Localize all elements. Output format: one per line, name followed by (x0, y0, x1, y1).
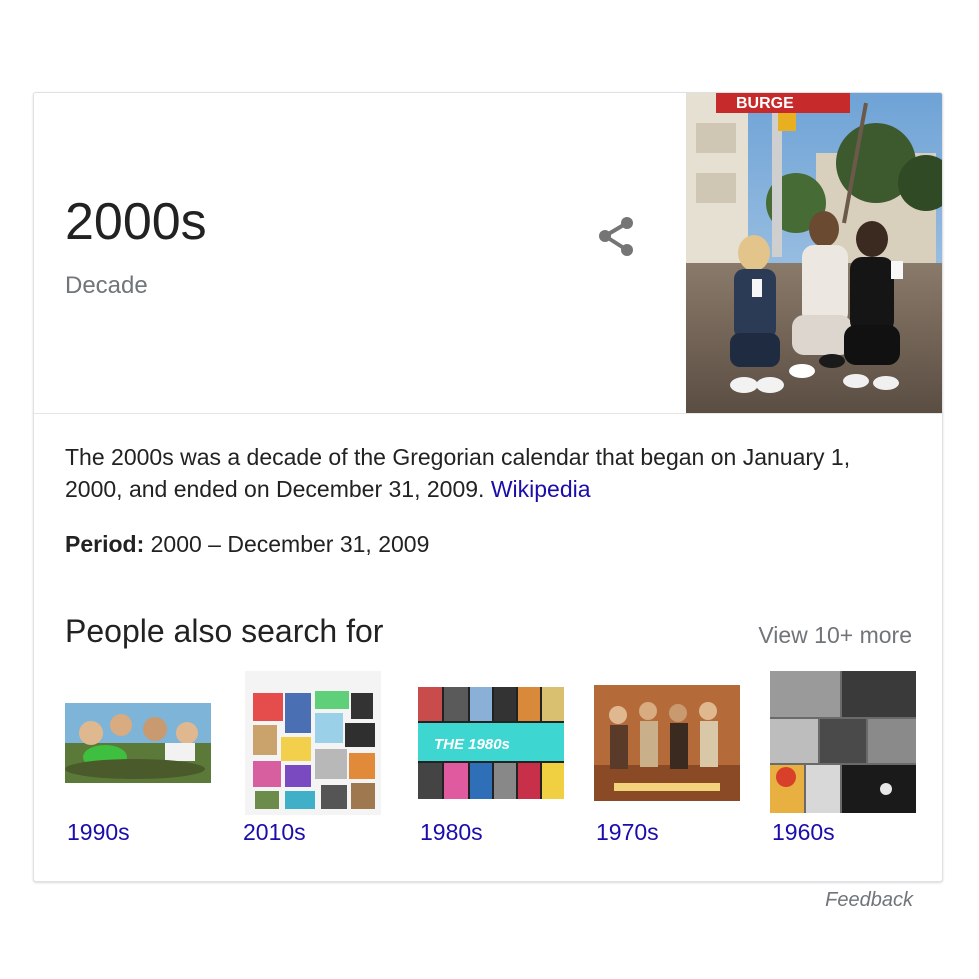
thumbnail-2010s (245, 671, 381, 815)
share-icon (599, 217, 633, 256)
related-item-1970s[interactable]: 1970s (594, 671, 740, 851)
related-label: 1970s (596, 819, 659, 845)
related-item-1960s[interactable]: 1960s (770, 671, 916, 851)
sign-text: BURGE (736, 95, 794, 112)
hero-image[interactable]: BURGE (686, 93, 942, 413)
period-value: 2000 – December 31, 2009 (150, 531, 430, 557)
panel-header: 2000s Decade BURGE (34, 93, 942, 414)
thumbnail-1960s (770, 671, 916, 813)
related-entities: 1990s 2010s THE 1980s 1980s 1970s 1960s (65, 671, 916, 851)
description-text: The 2000s was a decade of the Gregorian … (65, 444, 851, 502)
share-button[interactable] (596, 215, 636, 259)
view-more-link[interactable]: View 10+ more (758, 622, 912, 649)
related-item-1990s[interactable]: 1990s (65, 671, 211, 851)
thumbnail-1990s (65, 703, 211, 783)
entity-description: The 2000s was a decade of the Gregorian … (65, 441, 885, 505)
feedback-link[interactable]: Feedback (825, 889, 913, 912)
knowledge-panel: 2000s Decade BURGE The 2000s was a decad… (33, 92, 943, 882)
thumbnail-title: THE 1980s (434, 736, 510, 753)
entity-title: 2000s (65, 193, 207, 251)
related-label: 2010s (243, 819, 306, 845)
thumbnail-1970s (594, 685, 740, 801)
related-label: 1980s (420, 819, 483, 845)
related-item-1980s[interactable]: THE 1980s 1980s (418, 671, 564, 851)
hero-photo: BURGE (686, 93, 942, 413)
related-item-2010s[interactable]: 2010s (241, 671, 387, 851)
thumbnail-1980s: THE 1980s (418, 687, 564, 799)
period-fact: Period: 2000 – December 31, 2009 (65, 531, 429, 558)
period-label: Period: (65, 531, 145, 557)
entity-subtitle: Decade (65, 272, 148, 299)
related-label: 1990s (67, 819, 130, 845)
people-also-search-title: People also search for (65, 613, 384, 649)
related-label: 1960s (772, 819, 835, 845)
wikipedia-link[interactable]: Wikipedia (491, 476, 591, 502)
